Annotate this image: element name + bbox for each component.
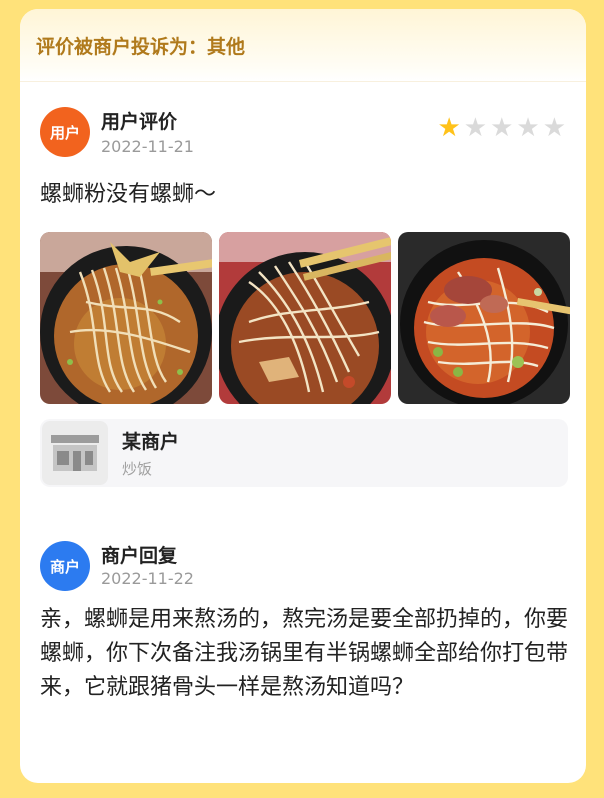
shop-card[interactable]: 某商户 炒饭 [40,419,568,487]
review-text: 螺蛳粉没有螺蛳～ [40,182,217,207]
star-icon-empty: ★ [542,113,566,143]
star-rating: ★ ★ ★ ★ ★ [437,115,566,141]
review-date: 2022-11-21 [101,137,194,156]
review-photo-3[interactable] [398,232,570,404]
shop-category: 炒饭 [122,460,153,478]
review-photos [40,232,570,404]
complaint-banner: 评价被商户投诉为：其他 [20,9,586,82]
review-card: 评价被商户投诉为：其他 用户 用户评价 2022-11-21 ★ ★ ★ ★ ★… [20,9,586,783]
reply-date: 2022-11-22 [101,569,194,588]
shop-name: 某商户 [122,431,180,453]
storefront-icon [42,421,108,485]
review-photo-1[interactable] [40,232,212,404]
star-icon-empty: ★ [463,113,488,143]
review-photo-2[interactable] [219,232,391,404]
star-icon-empty: ★ [516,113,540,143]
user-avatar: 用户 [40,107,90,157]
star-icon-filled: ★ [437,113,461,143]
reply-text: 亲，螺蛳是用来熬汤的，熬完汤是要全部扔掉的，你要螺蛳，你下次备注我汤锅里有半锅螺… [40,607,569,700]
merchant-avatar: 商户 [40,541,90,591]
review-title: 用户评价 [101,111,178,133]
star-icon-empty: ★ [490,113,514,143]
reply-title: 商户回复 [101,545,178,567]
complaint-banner-text: 评价被商户投诉为：其他 [36,35,246,58]
